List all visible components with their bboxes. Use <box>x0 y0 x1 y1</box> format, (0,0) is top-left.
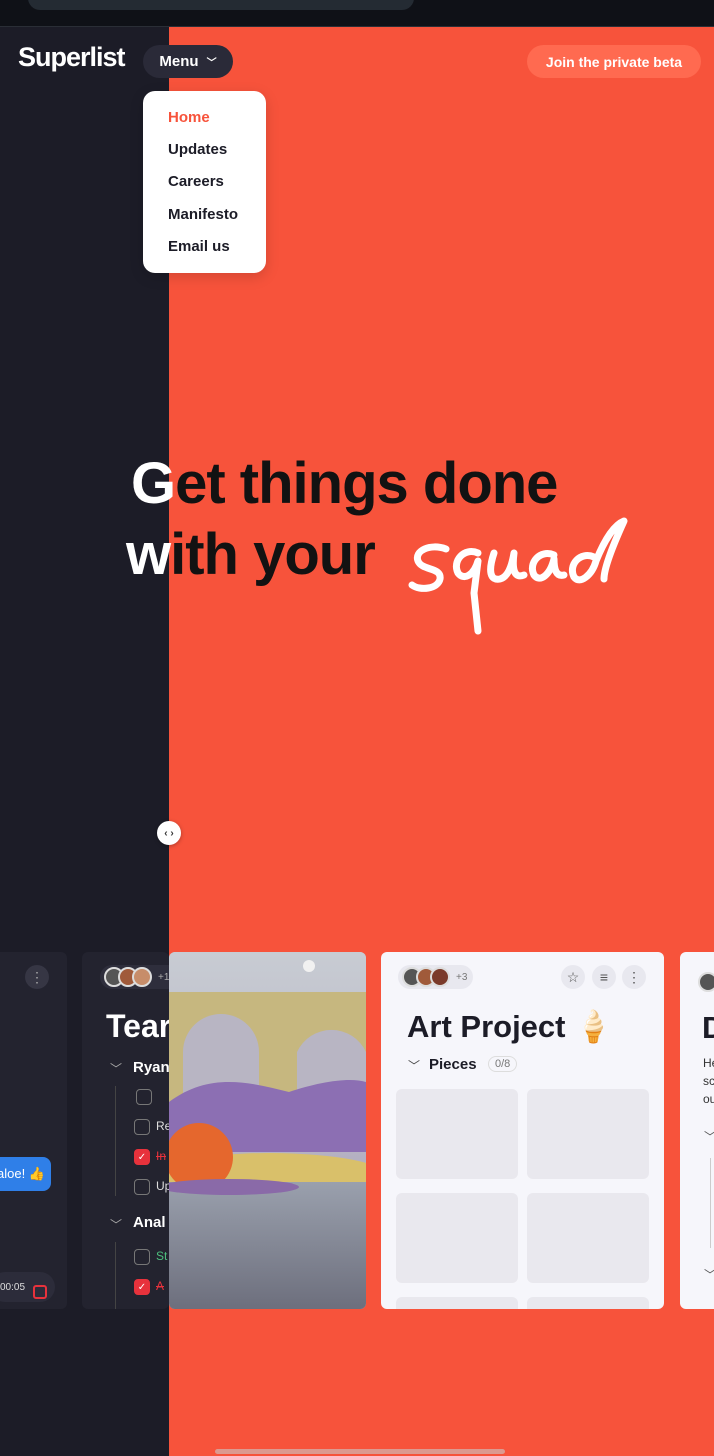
member-avatars[interactable]: +3 <box>398 965 474 989</box>
group-title-ryan: Ryan <box>133 1059 169 1076</box>
piece-tile[interactable] <box>527 1089 649 1179</box>
piece-tile[interactable] <box>396 1089 518 1179</box>
partial-card-text: sc <box>703 1074 714 1088</box>
image-card <box>169 952 366 1309</box>
chevron-down-icon[interactable]: ﹀ <box>110 1060 122 1077</box>
menu-item-updates[interactable]: Updates <box>168 141 227 158</box>
task-checkbox[interactable] <box>134 1119 150 1135</box>
team-card-title: Tear <box>106 1008 169 1044</box>
superlist-logo[interactable]: Superlist <box>18 42 126 73</box>
more-options-icon[interactable]: ⋮ <box>622 965 646 989</box>
section-title-pieces: Pieces <box>429 1056 477 1073</box>
menu-item-home[interactable]: Home <box>168 109 210 126</box>
more-options-icon[interactable]: ⋮ <box>25 965 49 989</box>
piece-tile[interactable] <box>396 1297 518 1309</box>
task-label: A <box>156 1279 165 1293</box>
avatar <box>698 972 714 992</box>
compare-slider-handle[interactable]: ‹ › <box>157 821 181 845</box>
task-checkbox[interactable] <box>136 1089 152 1105</box>
art-project-card: +3 ☆ ≡ ⋮ Art Project 🍦 ﹀ Pieces 0/8 <box>381 952 664 1309</box>
task-label: Up <box>156 1179 169 1193</box>
join-beta-button[interactable]: Join the private beta <box>527 45 701 78</box>
partial-card-text: He <box>703 1056 714 1070</box>
group-title-analysis: Anal <box>133 1214 166 1231</box>
tree-line <box>710 1158 711 1248</box>
chevron-down-icon[interactable]: ﹀ <box>704 1128 714 1145</box>
browser-chrome <box>0 0 714 27</box>
hero-title-line2: with your <box>126 522 376 587</box>
address-bar[interactable] <box>28 0 414 10</box>
squad-script-word: squad <box>408 517 628 635</box>
partial-card-title: D <box>702 1010 714 1045</box>
piece-tile[interactable] <box>396 1193 518 1283</box>
task-label: St <box>156 1249 168 1263</box>
menu-item-email-us[interactable]: Email us <box>168 238 230 255</box>
piece-tile[interactable] <box>527 1193 649 1283</box>
chat-bubble: aloe! 👍 <box>0 1157 51 1191</box>
hero-title-line1: Get things done <box>131 451 558 516</box>
chevron-down-icon[interactable]: ﹀ <box>408 1057 420 1074</box>
partial-card: D He sc ou ﹀ ﹀ <box>680 952 714 1309</box>
task-checkbox-checked[interactable]: ✓ <box>134 1279 150 1295</box>
surreal-scene-image <box>169 952 366 1309</box>
chevron-down-icon[interactable]: ﹀ <box>110 1216 122 1233</box>
filter-icon[interactable]: ≡ <box>592 965 616 989</box>
menu-dropdown: Home Updates Careers Manifesto Email us <box>143 91 266 273</box>
team-card: +15 Tear ﹀ Ryan Re ✓ In Up ﹀ Anal St ✓ A <box>82 952 169 1309</box>
star-icon[interactable]: ☆ <box>561 965 585 989</box>
chevron-down-icon: ﹀ <box>206 58 217 69</box>
menu-item-manifesto[interactable]: Manifesto <box>168 206 238 223</box>
task-checkbox[interactable] <box>134 1249 150 1265</box>
task-label: In <box>156 1149 167 1163</box>
chat-card: ⋮ aloe! 👍 00:05 <box>0 952 67 1309</box>
tree-line <box>115 1242 116 1309</box>
task-checkbox-checked[interactable]: ✓ <box>134 1149 150 1165</box>
tree-line <box>115 1086 116 1196</box>
piece-tile[interactable] <box>527 1297 649 1309</box>
task-checkbox[interactable] <box>134 1179 150 1195</box>
menu-item-careers[interactable]: Careers <box>168 173 224 190</box>
task-label: Re <box>156 1119 169 1133</box>
art-project-title: Art Project 🍦 <box>407 1009 613 1044</box>
partial-card-text: ou <box>703 1092 714 1106</box>
pieces-count-badge: 0/8 <box>488 1056 518 1072</box>
member-avatars[interactable]: +15 <box>100 965 169 989</box>
home-indicator <box>215 1449 505 1454</box>
menu-label: Menu <box>159 53 199 70</box>
menu-button[interactable]: Menu ﹀ <box>143 45 233 78</box>
chevron-down-icon[interactable]: ﹀ <box>704 1266 714 1283</box>
record-stop-icon[interactable] <box>33 1285 47 1299</box>
